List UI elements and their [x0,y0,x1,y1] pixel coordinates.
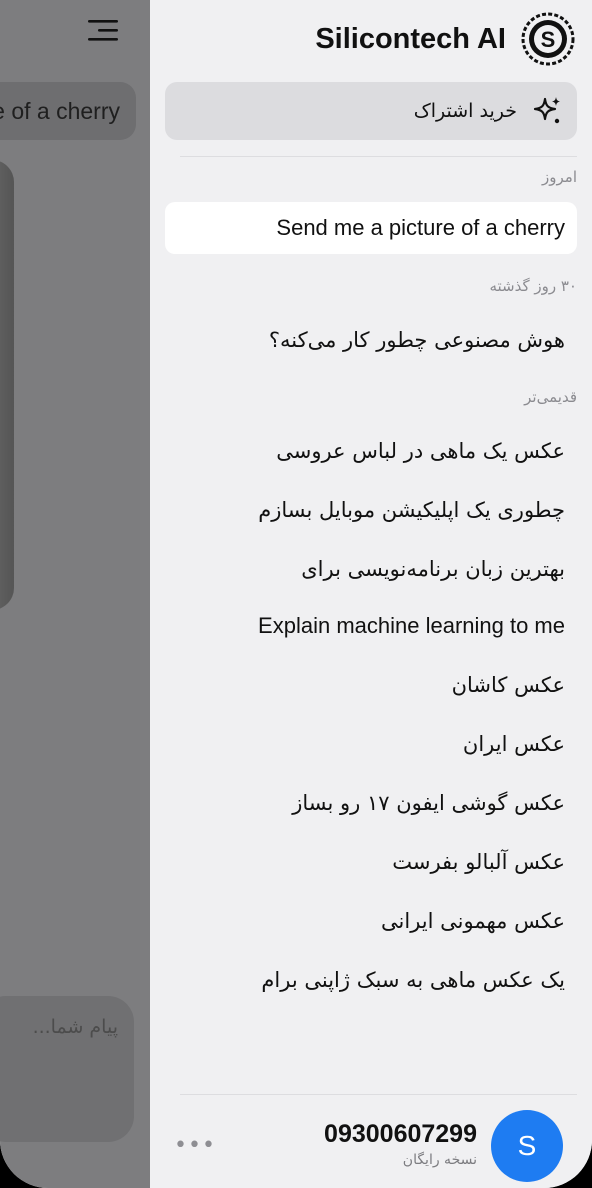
history-item[interactable]: چطوری یک اپلیکیشن موبایل بسازم [165,484,577,536]
history-item-label: بهترین زبان برنامه‌نویسی برای [301,557,565,581]
history-item-label: عکس مهمونی ایرانی [381,909,565,933]
message-input[interactable]: پیام شما... [0,996,134,1142]
user-message-bubble: Send me a picture of a cherry [0,82,136,140]
history-item-label: عکس آلبالو بفرست [392,850,565,874]
history-item[interactable]: عکس گوشی ایفون ۱۷ رو بساز [165,777,577,829]
svg-text:S: S [541,27,556,52]
subscribe-label: خرید اشتراک [413,100,517,122]
history-item-label: چطوری یک اپلیکیشن موبایل بسازم [258,498,565,522]
history-item-label: Send me a picture of a cherry [276,215,565,240]
app-title: Silicontech AI [315,22,506,55]
sparkle-icon [531,95,563,127]
history-item[interactable]: عکس کاشان [165,659,577,711]
history-item[interactable]: عکس مهمونی ایرانی [165,895,577,947]
history-drawer: Silicontech AI S خرید اشتراک امروز Send … [150,0,592,1188]
ellipsis-icon[interactable]: ••• [174,1130,215,1160]
drawer-divider [180,156,577,157]
user-phone: 09300607299 [324,1120,477,1148]
history-item-label: عکس یک ماهی در لباس عروسی [276,439,565,463]
history-item-label: عکس کاشان [451,673,565,697]
drawer-header: Silicontech AI S [315,10,576,68]
history-item[interactable]: یک عکس ماهی به سبک ژاپنی برام [165,954,577,1006]
section-label-older: قدیمی‌تر [524,388,577,406]
history-item-label: یک عکس ماهی به سبک ژاپنی برام [261,968,565,992]
hamburger-menu-icon[interactable] [88,18,118,42]
subscribe-button[interactable]: خرید اشتراک [165,82,577,140]
user-plan-label: نسخه رایگان [402,1152,477,1168]
history-item-label: عکس ایران [462,732,565,756]
silicontech-logo-icon: S [520,11,576,67]
user-avatar[interactable]: S [491,1110,563,1182]
history-item[interactable]: Explain machine learning to me [165,600,577,652]
history-item[interactable]: بهترین زبان برنامه‌نویسی برای [165,543,577,595]
generated-image-preview[interactable] [0,160,14,610]
history-item[interactable]: هوش مصنوعی چطور کار می‌کنه؟ [165,314,577,366]
app-screen: Send me a picture of a cherry پیام شما..… [0,0,592,1188]
chat-view-overlay[interactable]: Send me a picture of a cherry پیام شما..… [0,0,150,1188]
history-item[interactable]: عکس ایران [165,718,577,770]
history-item-label: عکس گوشی ایفون ۱۷ رو بساز [292,791,565,815]
history-item-label: هوش مصنوعی چطور کار می‌کنه؟ [268,328,565,352]
history-item[interactable]: عکس آلبالو بفرست [165,836,577,888]
section-label-today: امروز [542,168,577,186]
history-item[interactable]: عکس یک ماهی در لباس عروسی [165,425,577,477]
history-item-label: Explain machine learning to me [258,613,565,638]
history-item-active[interactable]: Send me a picture of a cherry [165,202,577,254]
footer-divider [180,1094,577,1095]
section-label-last-30-days: ۳۰ روز گذشته [489,277,577,295]
